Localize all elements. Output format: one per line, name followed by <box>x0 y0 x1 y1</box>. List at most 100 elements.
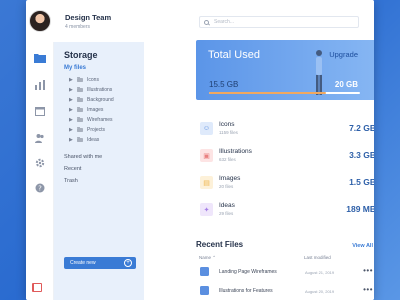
svg-text:?: ? <box>38 185 42 193</box>
folder-icon <box>77 96 83 103</box>
caret-right-icon[interactable]: ▶ <box>69 137 75 143</box>
team-members: 4 members <box>65 23 91 30</box>
sort-up-icon[interactable]: ⌃ <box>212 255 216 260</box>
caret-right-icon[interactable]: ▶ <box>69 117 75 123</box>
total-used-title: Total Used <box>208 49 260 61</box>
plus-icon: + <box>124 259 132 267</box>
used-amount: 15.5 GB <box>209 80 239 89</box>
person-illustration-icon <box>316 50 322 95</box>
folder-label: Images <box>87 107 104 113</box>
create-new-button[interactable]: Create new + <box>64 257 136 269</box>
file-date: August 20, 2019 <box>305 288 335 294</box>
column-name-header[interactable]: Name ⌃ <box>199 255 216 261</box>
team-header[interactable]: Design Team 4 members <box>26 0 144 42</box>
file-row[interactable]: Illustrations for Features August 20, 20… <box>196 284 374 298</box>
picture-icon: ▤ <box>200 176 213 189</box>
category-name: Images <box>219 175 241 182</box>
total-used-card: Total Used Upgrade 15.5 GB 20 GB <box>196 40 374 100</box>
folder-item[interactable]: ▶ Illustrations <box>69 85 114 95</box>
logout-icon[interactable] <box>32 283 42 292</box>
view-all-link[interactable]: View All <box>352 243 373 249</box>
column-name-label: Name <box>199 255 212 260</box>
category-name: Ideas <box>219 202 235 209</box>
category-item[interactable]: ✦ Ideas 29 files 189 MB <box>196 201 374 228</box>
folder-label: Wireframes <box>87 117 113 123</box>
folder-icon[interactable] <box>33 52 47 64</box>
users-icon[interactable] <box>33 132 47 144</box>
calendar-icon[interactable] <box>33 105 47 117</box>
folder-label: Background <box>87 97 114 103</box>
category-size: 3.3 GB <box>349 150 374 160</box>
my-files-link[interactable]: My files <box>64 65 86 71</box>
category-count: 20 files <box>219 184 234 189</box>
recent-link[interactable]: Recent <box>64 166 102 178</box>
shared-link[interactable]: Shared with me <box>64 154 102 166</box>
file-icon <box>200 267 209 276</box>
upgrade-link[interactable]: Upgrade <box>329 50 358 59</box>
caret-right-icon[interactable]: ▶ <box>69 97 75 103</box>
team-name: Design Team <box>65 12 112 22</box>
category-name: Illustrations <box>219 148 252 155</box>
caret-right-icon[interactable]: ▶ <box>69 127 75 133</box>
folder-item[interactable]: ▶ Background <box>69 95 114 105</box>
app-window: Design Team 4 members ? Storage My files… <box>26 0 374 300</box>
help-icon[interactable]: ? <box>33 182 47 194</box>
folder-icon <box>77 86 83 93</box>
folder-label: Icons <box>87 77 99 83</box>
file-icon <box>200 286 209 295</box>
file-name: Illustrations for Features <box>219 288 273 294</box>
more-icon[interactable]: ••• <box>363 266 373 275</box>
image-icon: ▣ <box>200 149 213 162</box>
category-size: 7.2 GB <box>349 123 374 133</box>
storage-panel: Storage My files ▶ Icons ▶ Illustrations ▶… <box>54 42 144 300</box>
folder-icon <box>77 116 83 123</box>
usage-progress-fill <box>209 92 327 94</box>
caret-right-icon[interactable]: ▶ <box>69 87 75 93</box>
bulb-icon: ✦ <box>200 203 213 216</box>
folder-icon <box>77 106 83 113</box>
search-icon <box>204 19 209 25</box>
chart-icon[interactable] <box>33 79 47 91</box>
category-count: 1159 files <box>219 130 238 135</box>
panel-title: Storage <box>64 50 98 60</box>
folder-icon <box>77 136 83 143</box>
trash-link[interactable]: Trash <box>64 178 102 190</box>
folder-label: Illustrations <box>87 87 113 93</box>
category-item[interactable]: ▤ Images 20 files 1.5 GB <box>196 174 374 201</box>
folder-tree: ▶ Icons ▶ Illustrations ▶ Background ▶ Image… <box>69 75 114 145</box>
file-date: August 21, 2019 <box>305 269 335 275</box>
category-size: 189 MB <box>346 204 374 214</box>
column-modified-header[interactable]: Last modified <box>304 255 331 260</box>
recent-files-title: Recent Files <box>196 240 244 249</box>
search-placeholder: Search... <box>214 19 235 25</box>
avatar[interactable] <box>29 10 51 32</box>
nav-links: Shared with me Recent Trash <box>64 154 102 190</box>
category-list: ☺ Icons 1159 files 7.2 GB ▣ Illustrations 632 … <box>196 120 374 228</box>
folder-label: Projects <box>87 127 106 133</box>
folder-item[interactable]: ▶ Projects <box>69 125 114 135</box>
folder-icon <box>77 126 83 133</box>
usage-progress-bar <box>209 92 360 94</box>
folder-item[interactable]: ▶ Wireframes <box>69 115 114 125</box>
folder-item[interactable]: ▶ Ideas <box>69 135 114 145</box>
file-row[interactable]: Landing Page Wireframes August 21, 2019 … <box>196 265 374 279</box>
create-new-label: Create new <box>70 260 96 266</box>
search-field[interactable]: Search... <box>199 16 359 28</box>
caret-right-icon[interactable]: ▶ <box>69 107 75 113</box>
main-content: Search... Total Used Upgrade 15.5 GB 20 … <box>144 0 374 300</box>
smile-icon: ☺ <box>200 122 213 135</box>
folder-label: Ideas <box>87 137 100 143</box>
category-count: 29 files <box>219 211 234 216</box>
folder-item[interactable]: ▶ Images <box>69 105 114 115</box>
category-item[interactable]: ▣ Illustrations 632 files 3.3 GB <box>196 147 374 174</box>
caret-right-icon[interactable]: ▶ <box>69 77 75 83</box>
category-size: 1.5 GB <box>349 177 374 187</box>
file-name: Landing Page Wireframes <box>219 269 277 275</box>
category-item[interactable]: ☺ Icons 1159 files 7.2 GB <box>196 120 374 147</box>
folder-item[interactable]: ▶ Icons <box>69 75 114 85</box>
icon-sidebar: ? <box>26 42 54 300</box>
category-name: Icons <box>219 121 235 128</box>
more-icon[interactable]: ••• <box>363 285 373 294</box>
gear-icon[interactable] <box>33 157 47 169</box>
folder-icon <box>77 76 83 83</box>
